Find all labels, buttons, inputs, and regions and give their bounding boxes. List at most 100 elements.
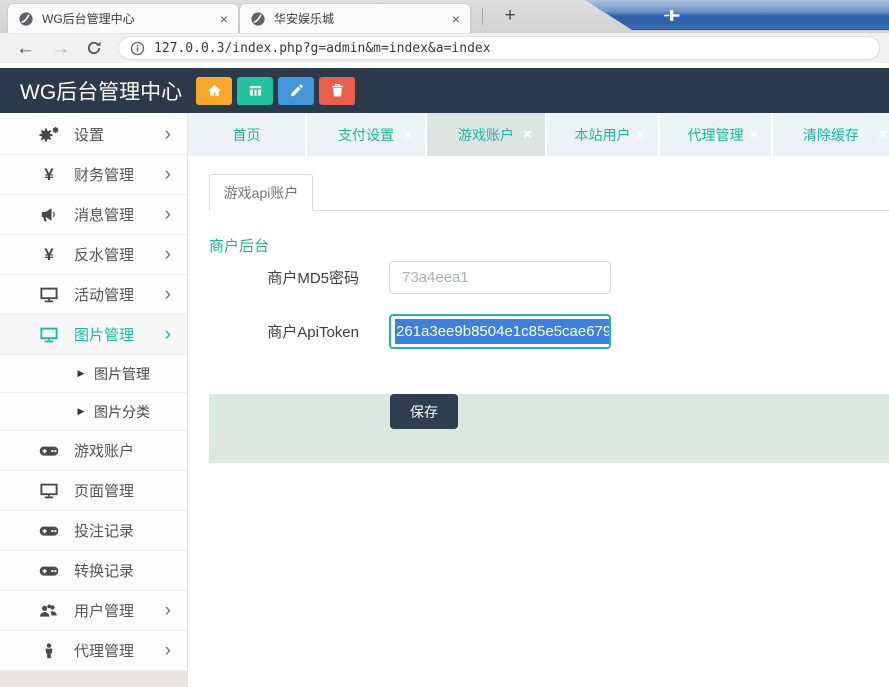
sidebar-item-label: 图片管理 <box>94 364 150 384</box>
forward-button[interactable]: → <box>51 39 70 58</box>
sidebar-item-label: 页面管理 <box>74 480 134 501</box>
md5-password-input[interactable] <box>389 261 611 294</box>
url-text: 127.0.0.3/index.php?g=admin&m=index&a=in… <box>154 41 491 56</box>
browser-tab-title: 华安娱乐城 <box>274 10 444 27</box>
sidebar: 设置 › ¥ 财务管理 › 消息管理 › ¥ 反水管理 › 活动管理 › <box>0 113 188 687</box>
form-row-apitoken: 商户ApiToken 261a3ee9b8504e1c85e5cae679 <box>209 314 889 349</box>
sidebar-subitem-image-category[interactable]: ▶ 图片分类 <box>0 393 187 431</box>
tab-close-icon[interactable]: × <box>878 126 887 143</box>
tab-clear-cache[interactable]: 清除缓存 × <box>773 113 889 156</box>
browser-tab-site[interactable]: 华安娱乐城 × <box>240 4 470 33</box>
save-button[interactable]: 保存 <box>390 394 458 429</box>
browser-tab-title: WG后台管理中心 <box>42 10 212 27</box>
sidebar-item-pages[interactable]: 页面管理 <box>0 471 187 511</box>
sidebar-item-game-accounts[interactable]: 游戏账户 <box>0 431 187 471</box>
pin-icon <box>663 8 681 23</box>
panel-body: 游戏api账户 商户后台 商户MD5密码 商户ApiToken 261a3ee9… <box>188 156 889 687</box>
reload-button[interactable] <box>86 40 102 56</box>
grid-button[interactable] <box>237 77 273 105</box>
tab-close-icon[interactable]: × <box>636 126 645 143</box>
edit-button[interactable] <box>278 77 314 105</box>
tab-site-users[interactable]: 本站用户 × <box>547 113 660 156</box>
gears-icon <box>36 126 62 144</box>
tab-close-icon[interactable]: × <box>452 11 460 27</box>
sidebar-item-label: 活动管理 <box>74 284 134 305</box>
caret-right-icon: ▶ <box>76 368 86 379</box>
desktop-icon <box>36 327 62 343</box>
sidebar-item-finance[interactable]: ¥ 财务管理 › <box>0 155 187 195</box>
tab-label: 支付设置 <box>338 125 394 145</box>
back-button[interactable]: ← <box>16 39 35 58</box>
chevron-right-icon: › <box>165 641 171 660</box>
apitoken-selected-text: 261a3ee9b8504e1c85e5cae679 <box>395 319 611 344</box>
sidebar-item-activities[interactable]: 活动管理 › <box>0 275 187 315</box>
sidebar-item-label: 图片分类 <box>94 402 150 422</box>
md5-password-label: 商户MD5密码 <box>209 267 359 288</box>
subtab-game-api-account[interactable]: 游戏api账户 <box>209 174 313 211</box>
info-icon[interactable] <box>130 41 145 56</box>
browser-tab-admin[interactable]: WG后台管理中心 × <box>8 4 238 33</box>
users-icon <box>36 603 62 619</box>
sidebar-item-images[interactable]: 图片管理 › <box>0 315 187 355</box>
apitoken-input[interactable]: 261a3ee9b8504e1c85e5cae679 <box>389 314 611 349</box>
tab-payment-settings[interactable]: 支付设置 × <box>307 113 427 156</box>
screen: WG后台管理中心 × 华安娱乐城 × + ← → 127.0.0.3/index… <box>0 0 889 687</box>
browser-addressbar: ← → 127.0.0.3/index.php?g=admin&m=index&… <box>0 33 889 63</box>
app-title: WG后台管理中心 <box>20 76 182 106</box>
sidebar-item-label: 设置 <box>74 124 104 145</box>
sidebar-item-label: 财务管理 <box>74 164 134 185</box>
tab-game-accounts[interactable]: 游戏账户 × <box>427 113 547 156</box>
delete-button[interactable] <box>319 77 355 105</box>
home-icon <box>207 83 222 98</box>
sidebar-item-agents[interactable]: 代理管理 › <box>0 631 187 671</box>
main: 设置 › ¥ 财务管理 › 消息管理 › ¥ 反水管理 › 活动管理 › <box>0 113 889 687</box>
subtab-bar: 游戏api账户 <box>209 175 889 211</box>
form-row-md5: 商户MD5密码 <box>209 261 889 294</box>
chevron-right-icon: › <box>165 325 171 344</box>
home-button[interactable] <box>196 77 232 105</box>
yen-icon: ¥ <box>36 245 62 265</box>
tab-label: 清除缓存 <box>803 125 859 145</box>
url-field[interactable]: 127.0.0.3/index.php?g=admin&m=index&a=in… <box>118 36 880 60</box>
gamepad-icon <box>36 444 62 458</box>
app-header: WG后台管理中心 <box>0 68 889 113</box>
yen-icon: ¥ <box>36 165 62 185</box>
apitoken-label: 商户ApiToken <box>209 321 359 342</box>
bullhorn-icon <box>36 207 62 223</box>
tab-label: 游戏账户 <box>458 125 514 145</box>
chevron-right-icon: › <box>165 285 171 304</box>
tab-agents[interactable]: 代理管理 × <box>660 113 773 156</box>
tab-close-icon[interactable]: × <box>403 126 412 143</box>
sidebar-item-rebate[interactable]: ¥ 反水管理 › <box>0 235 187 275</box>
sidebar-item-bet-records[interactable]: 投注记录 <box>0 511 187 551</box>
chevron-right-icon: › <box>165 125 171 144</box>
sidebar-item-label: 用户管理 <box>74 600 134 621</box>
sidebar-item-label: 图片管理 <box>74 324 134 345</box>
caret-right-icon: ▶ <box>76 406 86 417</box>
sidebar-item-messages[interactable]: 消息管理 › <box>0 195 187 235</box>
merchant-backend-link[interactable]: 商户后台 <box>209 235 269 256</box>
sidebar-item-settings[interactable]: 设置 › <box>0 115 187 155</box>
desktop-icon <box>36 287 62 303</box>
tab-close-icon[interactable]: × <box>220 11 228 27</box>
tab-close-icon[interactable]: × <box>523 126 532 143</box>
chevron-right-icon: › <box>165 601 171 620</box>
reload-icon <box>86 40 102 56</box>
sidebar-item-label: 反水管理 <box>74 244 134 265</box>
sidebar-item-transfer-records[interactable]: 转换记录 <box>0 551 187 591</box>
tab-home[interactable]: 首页 <box>188 113 307 156</box>
trash-icon <box>330 83 345 98</box>
sidebar-item-label: 转换记录 <box>74 560 134 581</box>
person-icon <box>36 643 62 659</box>
background-window-titlebar <box>585 0 889 30</box>
table-icon <box>248 83 263 98</box>
globe-favicon-icon <box>18 11 34 27</box>
chevron-right-icon: › <box>165 205 171 224</box>
sidebar-subitem-image-manage[interactable]: ▶ 图片管理 <box>0 355 187 393</box>
tab-close-icon[interactable]: × <box>749 126 758 143</box>
sidebar-item-users[interactable]: 用户管理 › <box>0 591 187 631</box>
header-buttons <box>196 77 355 105</box>
tab-label: 本站用户 <box>575 125 631 145</box>
save-bar: 保存 <box>209 394 889 463</box>
new-tab-button[interactable]: + <box>496 2 524 30</box>
